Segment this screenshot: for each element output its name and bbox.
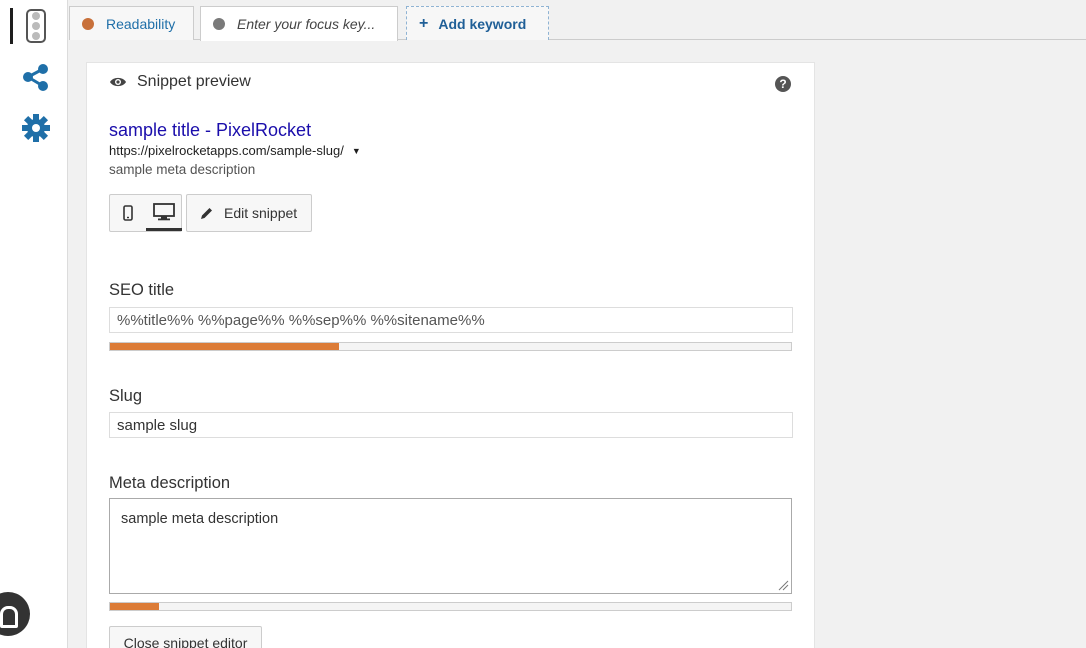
- traffic-light-icon: [26, 9, 46, 43]
- mobile-preview-button[interactable]: [110, 195, 146, 231]
- meta-description-label: Meta description: [109, 474, 231, 492]
- seo-title-progress: [109, 342, 792, 351]
- serp-url: https://pixelrocketapps.com/sample-slug/…: [109, 143, 361, 158]
- gear-icon: [22, 114, 50, 142]
- seo-title-label: SEO title: [109, 281, 175, 299]
- progress-fill: [110, 603, 160, 610]
- serp-title[interactable]: sample title - PixelRocket: [109, 120, 311, 141]
- add-keyword-button[interactable]: + Add keyword: [406, 6, 549, 40]
- slug-label: Slug: [109, 387, 143, 405]
- snippet-panel: Snippet preview ? sample title - PixelRo…: [86, 62, 815, 648]
- status-dot-icon: [82, 17, 94, 30]
- serp-url-text: https://pixelrocketapps.com/sample-slug/: [109, 143, 344, 158]
- plus-icon: +: [419, 14, 429, 32]
- keyword-tabs: Readability Enter your focus key... + Ad…: [69, 0, 1086, 41]
- tab-label: Readability: [106, 15, 176, 32]
- slug-input[interactable]: [109, 412, 793, 438]
- tab-readability[interactable]: Readability: [69, 6, 194, 40]
- add-keyword-label: Add keyword: [438, 15, 527, 32]
- share-icon: [23, 64, 48, 91]
- caret-down-icon: ▼: [351, 145, 361, 156]
- pencil-icon: [201, 207, 212, 219]
- serp-description: sample meta description: [109, 162, 256, 177]
- meta-description-textarea[interactable]: sample meta description: [109, 498, 792, 594]
- main-content: Readability Enter your focus key... + Ad…: [69, 0, 1086, 648]
- desktop-preview-button[interactable]: [146, 195, 182, 231]
- close-snippet-editor-button[interactable]: Close snippet editor: [109, 626, 262, 648]
- device-toggle: [109, 194, 182, 232]
- tab-focus-keyword[interactable]: Enter your focus key...: [200, 6, 398, 41]
- help-icon[interactable]: ?: [775, 76, 791, 92]
- lock-icon[interactable]: [0, 592, 30, 636]
- progress-fill: [110, 343, 339, 350]
- desktop-icon: [153, 202, 175, 220]
- sidebar-item-social[interactable]: [10, 57, 62, 97]
- tab-label: Enter your focus key...: [237, 16, 376, 32]
- edit-snippet-button[interactable]: Edit snippet: [186, 194, 312, 232]
- snippet-header: Snippet preview: [109, 73, 251, 91]
- seo-title-input[interactable]: [109, 307, 793, 333]
- snippet-preview-heading: Snippet preview: [137, 73, 251, 90]
- mobile-icon: [123, 205, 133, 221]
- sidebar-rail: [0, 0, 68, 648]
- meta-description-progress: [109, 602, 792, 611]
- sidebar-item-seo[interactable]: [10, 6, 62, 46]
- status-dot-icon: [213, 18, 225, 30]
- edit-snippet-label: Edit snippet: [224, 205, 298, 221]
- seo-editor: Readability Enter your focus key... + Ad…: [0, 0, 1086, 648]
- eye-icon: [110, 77, 126, 87]
- resize-grip-icon[interactable]: [777, 579, 789, 591]
- sidebar-item-settings[interactable]: [10, 108, 62, 148]
